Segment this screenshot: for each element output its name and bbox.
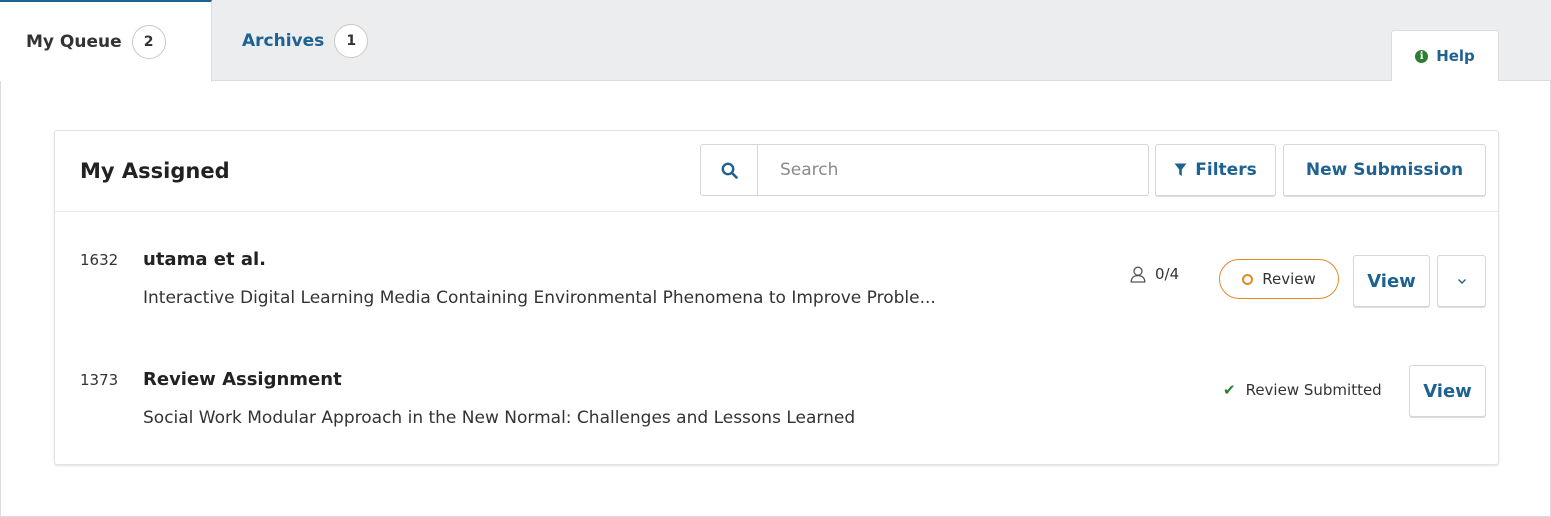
tab-my-queue[interactable]: My Queue 2 <box>0 0 212 82</box>
search-input[interactable] <box>758 145 1148 195</box>
check-icon: ✔ <box>1223 381 1236 399</box>
stage-label: Review <box>1262 270 1316 288</box>
review-status: ✔ Review Submitted <box>1223 381 1382 399</box>
new-submission-label: New Submission <box>1305 160 1464 180</box>
filters-label: Filters <box>1195 160 1257 180</box>
list-item: 1373 Review Assignment Social Work Modul… <box>55 355 1498 455</box>
tab-archives[interactable]: Archives 1 <box>242 0 369 81</box>
chevron-down-icon <box>1457 278 1466 284</box>
tab-bar: My Queue 2 Archives 1 i Help <box>0 0 1551 82</box>
view-button[interactable]: View <box>1353 255 1430 307</box>
search-box <box>700 144 1149 196</box>
search-button[interactable] <box>701 145 758 195</box>
search-icon <box>721 162 738 179</box>
submission-title: Interactive Digital Learning Media Conta… <box>143 288 936 308</box>
view-label: View <box>1367 270 1416 292</box>
submission-title: Social Work Modular Approach in the New … <box>143 408 856 428</box>
new-submission-button[interactable]: New Submission <box>1283 144 1486 196</box>
submission-author: Review Assignment <box>143 369 342 390</box>
user-icon <box>1130 266 1146 283</box>
panel-header: My Assigned Filters New Submission <box>55 131 1498 212</box>
stage-indicator-icon <box>1242 273 1254 285</box>
submission-id: 1373 <box>80 371 119 389</box>
list-item: 1632 utama et al. Interactive Digital Le… <box>55 235 1498 335</box>
filters-button[interactable]: Filters <box>1155 144 1276 196</box>
submission-id: 1632 <box>80 251 119 269</box>
view-button[interactable]: View <box>1409 365 1486 417</box>
stage-badge: Review <box>1219 259 1339 299</box>
funnel-icon <box>1174 163 1187 176</box>
tab-archives-label: Archives <box>242 30 325 51</box>
view-label: View <box>1423 380 1472 402</box>
help-label: Help <box>1436 47 1475 65</box>
review-status-label: Review Submitted <box>1245 381 1382 399</box>
my-assigned-panel: My Assigned Filters New Submission 1632 … <box>54 130 1499 465</box>
info-circle-icon: i <box>1415 49 1429 63</box>
participants-count: 0/4 <box>1130 265 1179 283</box>
tab-archives-count: 1 <box>334 23 369 58</box>
tab-my-queue-label: My Queue <box>26 32 122 52</box>
participants-value: 0/4 <box>1155 265 1180 283</box>
submission-author: utama et al. <box>143 249 266 270</box>
panel-title: My Assigned <box>80 159 230 183</box>
expand-button[interactable] <box>1437 255 1486 307</box>
help-button[interactable]: i Help <box>1391 30 1499 81</box>
tab-my-queue-count: 2 <box>131 25 166 59</box>
